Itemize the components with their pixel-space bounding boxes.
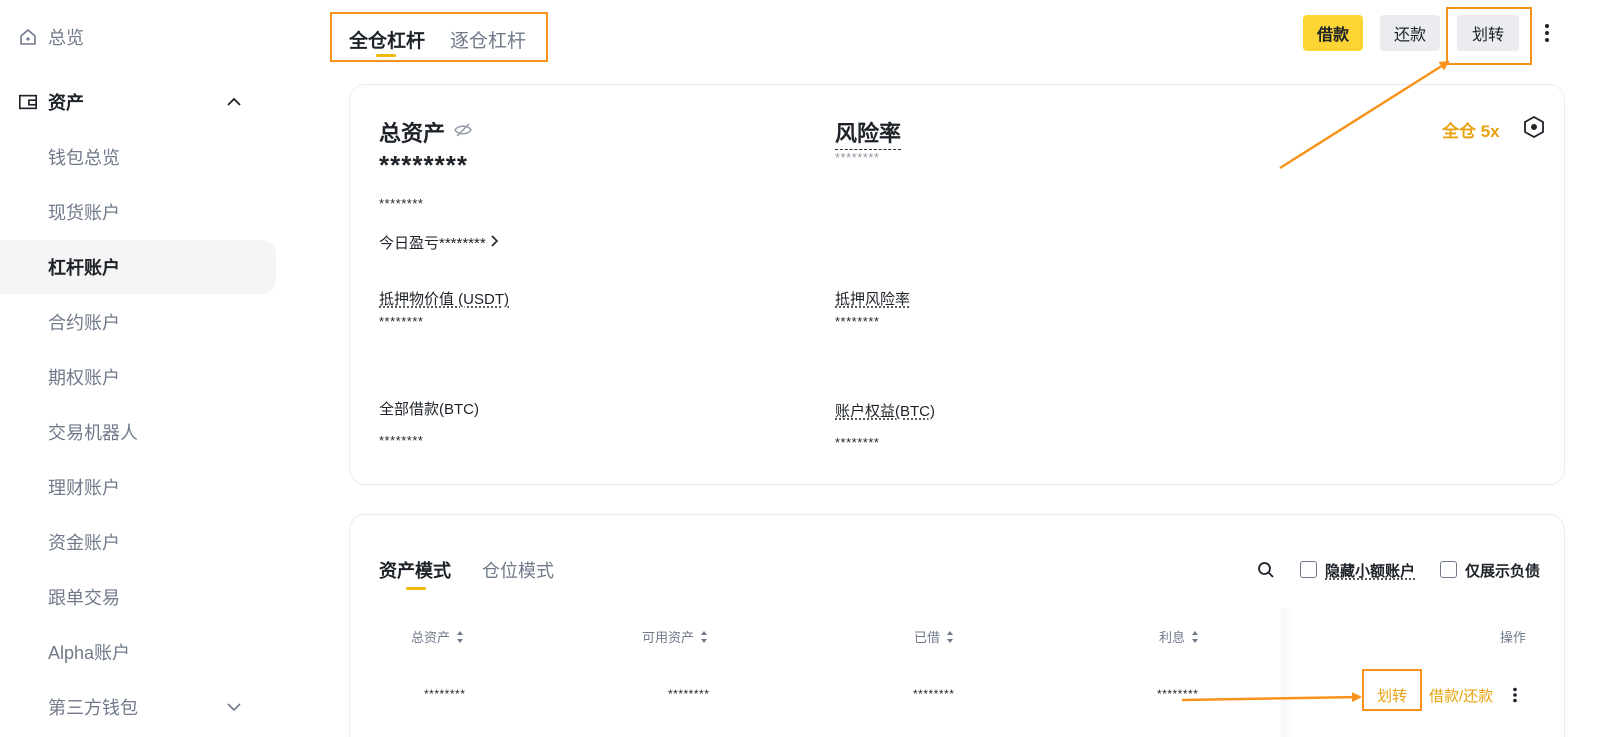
sidebar-item-label: 杠杆账户 [48, 258, 120, 278]
cell-available: ******** [668, 687, 710, 701]
collateral-value: ******** [379, 314, 424, 329]
show-debt-only-label[interactable]: 仅展示负债 [1465, 560, 1540, 581]
column-header-borrowed[interactable]: 已借 [914, 627, 954, 646]
sidebar: 总览 资产 钱包总览 现货账户 杠杆账户 合约账户 期权账户 交易机器人 理财账… [0, 0, 276, 737]
sort-icon [457, 630, 464, 643]
sidebar-item-label: 总览 [48, 28, 84, 48]
cell-total: ******** [424, 687, 466, 701]
sidebar-item-label: 跟单交易 [48, 588, 120, 608]
tab-position-mode[interactable]: 仓位模式 [482, 557, 554, 583]
sidebar-item-label: 资金账户 [48, 533, 120, 553]
home-icon [18, 27, 38, 47]
sort-icon [701, 630, 708, 643]
sidebar-item-trading-bots[interactable]: 交易机器人 [0, 405, 276, 459]
search-icon[interactable] [1257, 561, 1275, 584]
sidebar-item-wallet-overview[interactable]: 钱包总览 [0, 130, 276, 184]
column-header-label: 可用资产 [642, 630, 695, 645]
total-assets-sub-value: ******** [379, 196, 424, 211]
chevron-right-icon [490, 234, 500, 251]
sidebar-item-label: 钱包总览 [48, 148, 120, 168]
column-header-interest[interactable]: 利息 [1159, 627, 1199, 646]
sidebar-item-label: 期权账户 [48, 368, 120, 388]
sidebar-item-funding[interactable]: 资金账户 [0, 515, 276, 569]
leverage-badge[interactable]: 全仓 5x [1442, 117, 1500, 142]
total-assets-title: 总资产 [379, 121, 446, 146]
sidebar-item-label: 现货账户 [48, 203, 120, 223]
active-subtab-indicator [406, 587, 426, 590]
wallet-icon [18, 92, 38, 112]
total-borrowed-value: ******** [379, 433, 424, 448]
margin-mode-tabs: 全仓杠杆 逐仓杠杆 [330, 12, 548, 62]
column-header-available[interactable]: 可用资产 [642, 627, 708, 646]
sidebar-item-earn[interactable]: 理财账户 [0, 460, 276, 514]
tab-cross-margin[interactable]: 全仓杠杆 [349, 26, 425, 53]
sidebar-item-third-party-wallet[interactable]: 第三方钱包 [0, 680, 276, 734]
sidebar-section-label: 资产 [48, 93, 84, 113]
eye-off-icon[interactable] [454, 122, 472, 143]
sidebar-section-assets[interactable]: 资产 [0, 75, 276, 129]
transfer-highlight-box [1446, 7, 1532, 65]
total-borrowed-label: 全部借款(BTC) [379, 401, 479, 418]
risk-ratio-value: ******** [835, 150, 880, 165]
sidebar-item-alpha[interactable]: Alpha账户 [0, 625, 276, 679]
cell-borrowed: ******** [913, 687, 955, 701]
account-equity-value: ******** [835, 435, 880, 450]
row-transfer-highlight-box [1362, 669, 1422, 711]
active-tab-indicator [376, 54, 396, 57]
sidebar-item-options[interactable]: 期权账户 [0, 350, 276, 404]
repay-button[interactable]: 还款 [1380, 15, 1440, 51]
more-options-icon[interactable] [1544, 22, 1550, 44]
sidebar-item-margin[interactable]: 杠杆账户 [0, 240, 276, 294]
sidebar-item-copy-trading[interactable]: 跟单交易 [0, 570, 276, 624]
tab-asset-mode[interactable]: 资产模式 [379, 557, 451, 583]
sidebar-item-overview[interactable]: 总览 [0, 10, 276, 64]
chevron-up-icon[interactable] [226, 94, 242, 110]
total-assets-value: ******** [379, 150, 468, 180]
show-debt-only-checkbox[interactable] [1440, 561, 1457, 578]
settings-hexagon-icon[interactable] [1524, 115, 1544, 143]
sort-icon [1192, 630, 1199, 643]
hide-small-label[interactable]: 隐藏小额账户 [1325, 560, 1415, 581]
borrow-button[interactable]: 借款 [1303, 15, 1363, 51]
row-more-options-icon[interactable] [1512, 687, 1518, 708]
collateral-risk-value: ******** [835, 314, 880, 329]
row-borrow-repay-link[interactable]: 借款/还款 [1429, 685, 1493, 706]
column-header-label: 操作 [1500, 630, 1527, 645]
hide-small-checkbox[interactable] [1300, 561, 1317, 578]
risk-ratio-title[interactable]: 风险率 [835, 116, 902, 150]
sidebar-item-label: 交易机器人 [48, 423, 138, 443]
today-pnl-link[interactable]: 今日盈亏******** [379, 232, 500, 253]
column-header-label: 利息 [1159, 630, 1186, 645]
sidebar-item-spot[interactable]: 现货账户 [0, 185, 276, 239]
chevron-down-icon[interactable] [226, 699, 242, 715]
sidebar-item-label: Alpha账户 [48, 643, 131, 663]
tab-isolated-margin[interactable]: 逐仓杠杆 [450, 26, 526, 53]
column-header-total[interactable]: 总资产 [411, 627, 464, 646]
cell-interest: ******** [1157, 687, 1199, 701]
sidebar-item-label: 理财账户 [48, 478, 120, 498]
sidebar-item-label: 合约账户 [48, 313, 120, 333]
sidebar-item-label: 第三方钱包 [48, 698, 138, 718]
today-pnl-text: 今日盈亏******** [379, 235, 486, 252]
collateral-value-label[interactable]: 抵押物价值 (USDT) [379, 288, 509, 309]
collateral-risk-label[interactable]: 抵押风险率 [835, 288, 910, 309]
column-header-label: 总资产 [411, 630, 451, 645]
margin-summary-card [349, 84, 1565, 485]
sort-icon [947, 630, 954, 643]
sidebar-item-futures[interactable]: 合约账户 [0, 295, 276, 349]
column-header-actions: 操作 [1500, 627, 1526, 646]
column-header-label: 已借 [914, 630, 941, 645]
account-equity-label[interactable]: 账户权益(BTC) [835, 400, 935, 421]
